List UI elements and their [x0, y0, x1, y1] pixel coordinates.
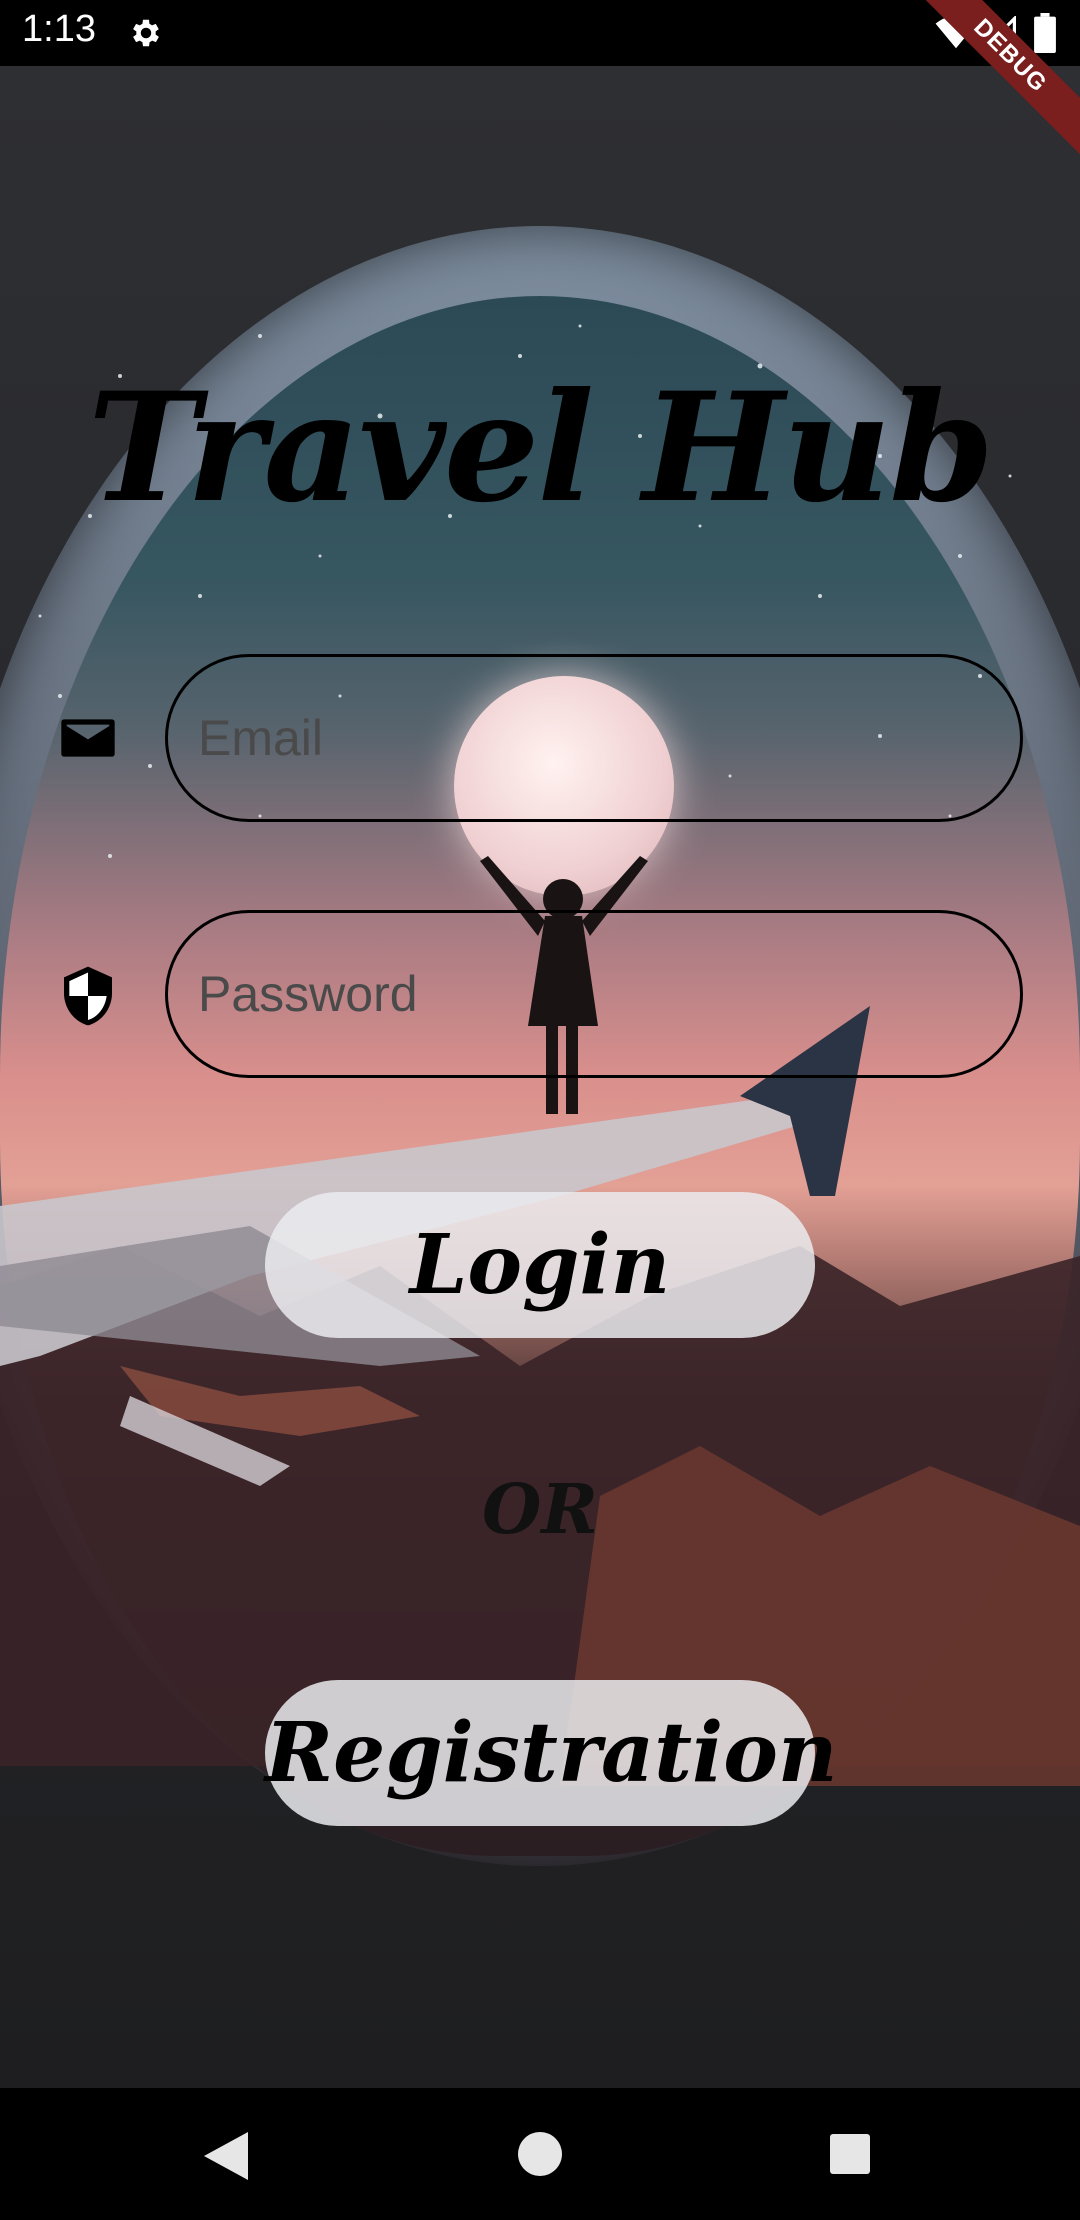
password-input[interactable]: [198, 913, 978, 1075]
battery-icon: [1034, 13, 1056, 53]
shield-icon: [64, 966, 112, 1026]
app-title: Travel Hub: [87, 360, 994, 536]
status-bar: 1:13: [0, 0, 1080, 66]
home-circle-icon[interactable]: [518, 2132, 562, 2176]
navigation-bar: [0, 2088, 1080, 2220]
email-row: [0, 654, 1080, 826]
gear-icon: [133, 19, 159, 47]
password-field[interactable]: [165, 910, 1023, 1078]
login-button[interactable]: Login: [265, 1192, 815, 1338]
registration-button[interactable]: Registration: [265, 1680, 838, 1826]
recents-square-icon[interactable]: [830, 2134, 870, 2174]
email-input[interactable]: [198, 657, 978, 819]
email-field[interactable]: [165, 654, 1023, 822]
or-separator: OR: [482, 1470, 598, 1550]
mail-icon: [61, 719, 115, 757]
password-row: [0, 910, 1080, 1082]
status-time: 1:13: [22, 8, 96, 50]
app-screen: 1:13 DEBUG Travel Hub Email Login OR Reg…: [0, 0, 1080, 2220]
back-triangle-icon[interactable]: [204, 2132, 248, 2180]
